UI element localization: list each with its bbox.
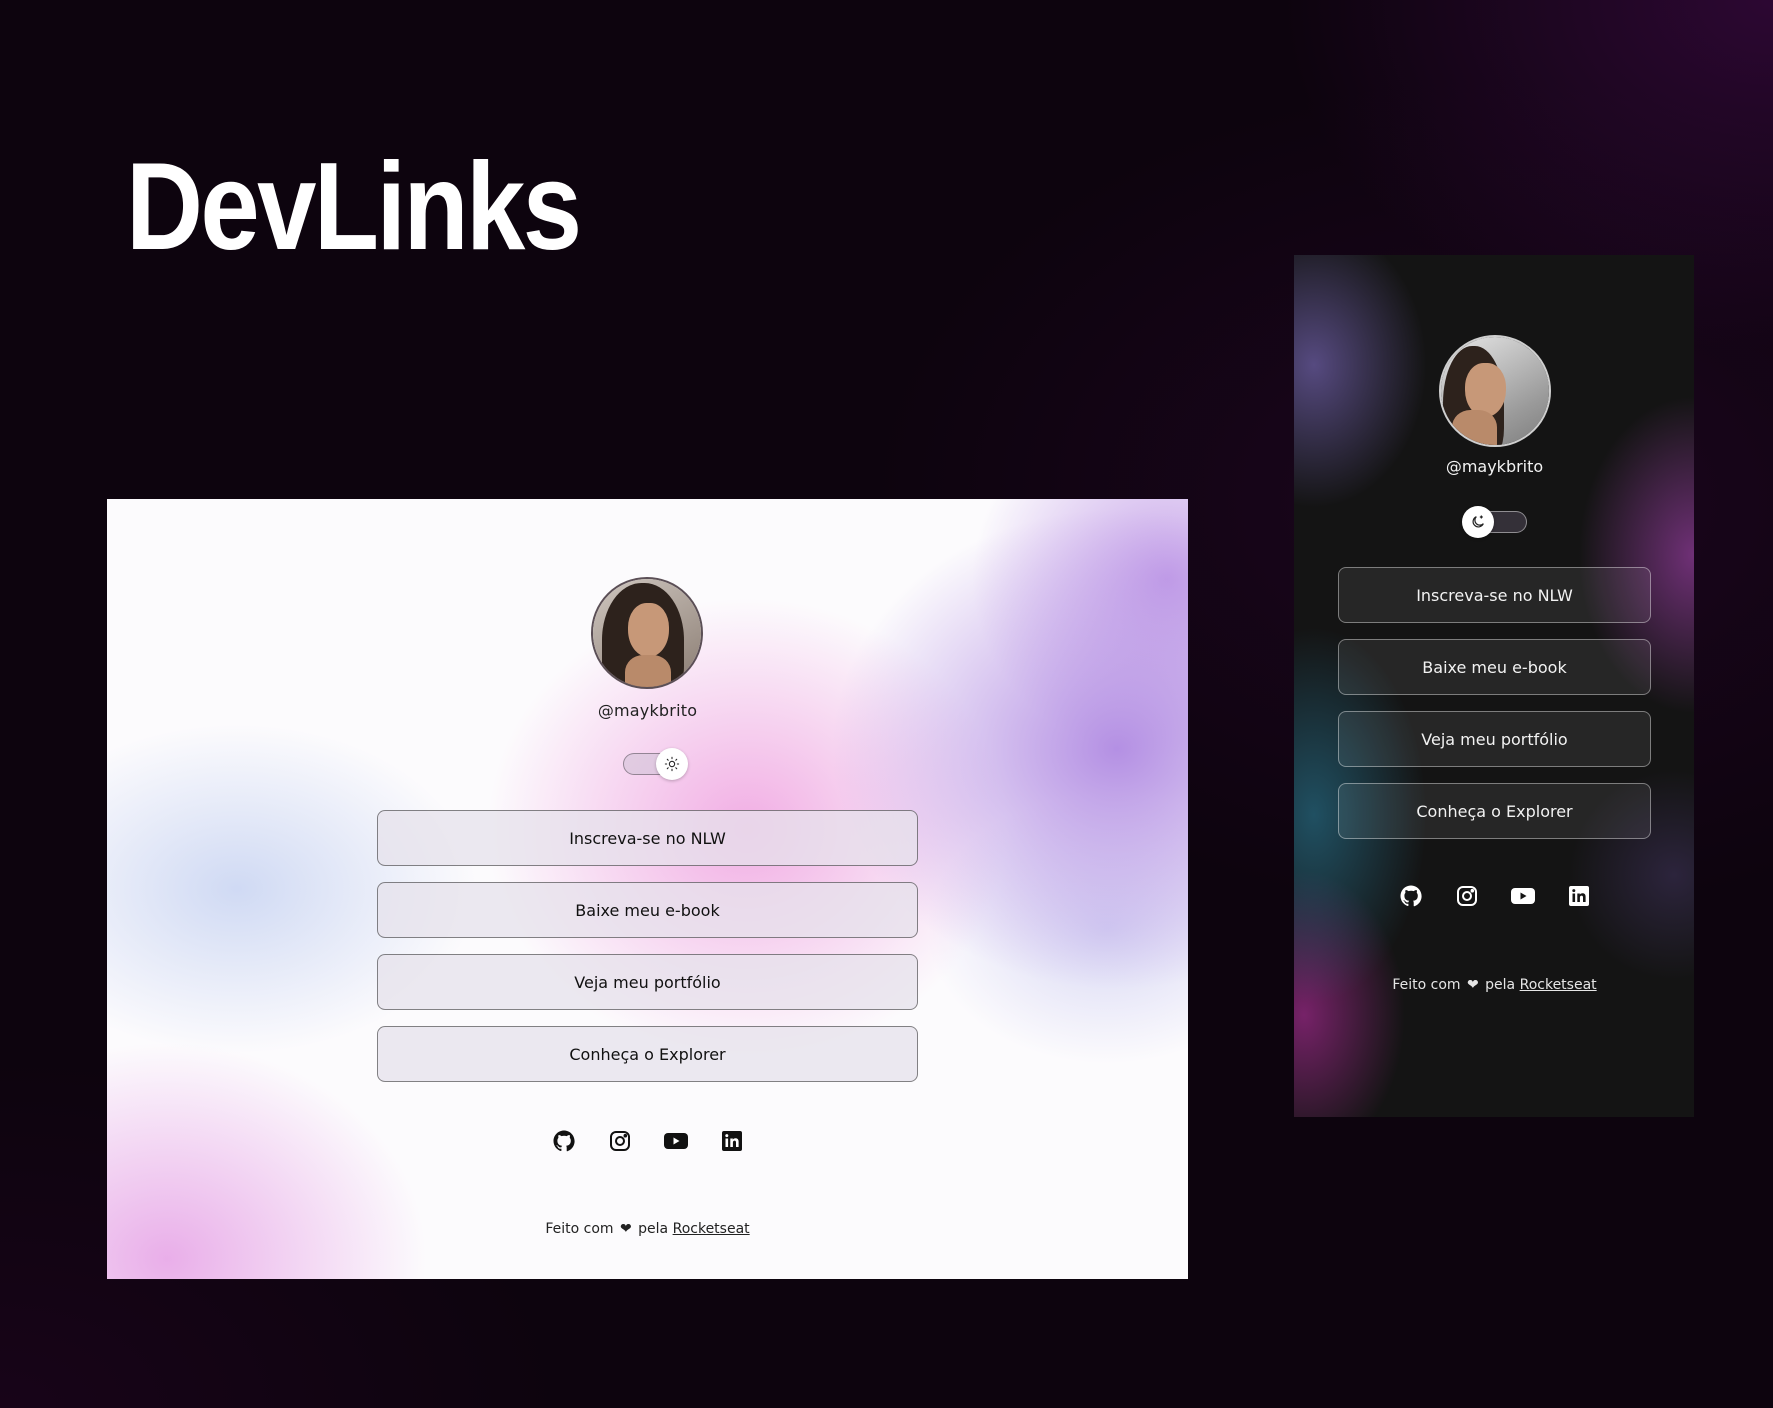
avatar-face bbox=[627, 602, 669, 657]
footer-prefix: Feito com bbox=[545, 1221, 614, 1237]
link-button-nlw[interactable]: Inscreva-se no NLW bbox=[1338, 567, 1651, 623]
link-button-nlw[interactable]: Inscreva-se no NLW bbox=[377, 810, 918, 866]
social-links bbox=[377, 1127, 918, 1155]
profile-handle: @maykbrito bbox=[597, 701, 698, 720]
avatar-neck bbox=[1451, 410, 1498, 445]
light-theme-preview: @maykbrito Inscreva-se no NLW Baixe meu … bbox=[107, 499, 1188, 1279]
rocketseat-link[interactable]: Rocketseat bbox=[673, 1221, 750, 1237]
link-button-explorer[interactable]: Conheça o Explorer bbox=[377, 1026, 918, 1082]
avatar bbox=[591, 577, 703, 689]
theme-switch[interactable] bbox=[623, 748, 688, 780]
youtube-icon[interactable] bbox=[1509, 882, 1537, 910]
instagram-icon[interactable] bbox=[1453, 882, 1481, 910]
links-list: Inscreva-se no NLW Baixe meu e-book Veja… bbox=[1338, 567, 1651, 855]
links-list: Inscreva-se no NLW Baixe meu e-book Veja… bbox=[377, 810, 918, 1098]
link-label: Baixe meu e-book bbox=[1422, 657, 1567, 677]
github-icon[interactable] bbox=[550, 1127, 578, 1155]
footer: Feito com ❤ pela Rocketseat bbox=[377, 1221, 918, 1237]
switch-knob[interactable] bbox=[656, 748, 688, 780]
link-label: Inscreva-se no NLW bbox=[569, 828, 726, 848]
switch-knob[interactable] bbox=[1462, 506, 1494, 538]
avatar-neck bbox=[625, 654, 671, 687]
footer-middle: pela bbox=[638, 1221, 669, 1237]
github-icon[interactable] bbox=[1397, 882, 1425, 910]
youtube-icon[interactable] bbox=[662, 1127, 690, 1155]
link-label: Conheça o Explorer bbox=[1416, 801, 1573, 821]
link-label: Baixe meu e-book bbox=[575, 900, 720, 920]
link-label: Conheça o Explorer bbox=[569, 1044, 726, 1064]
link-button-ebook[interactable]: Baixe meu e-book bbox=[377, 882, 918, 938]
link-button-explorer[interactable]: Conheça o Explorer bbox=[1338, 783, 1651, 839]
sun-icon bbox=[664, 756, 680, 772]
theme-switch[interactable] bbox=[1462, 506, 1527, 538]
profile-handle: @maykbrito bbox=[1445, 457, 1544, 476]
heart-icon: ❤ bbox=[619, 1221, 632, 1237]
instagram-icon[interactable] bbox=[606, 1127, 634, 1155]
rocketseat-link[interactable]: Rocketseat bbox=[1520, 977, 1597, 993]
link-button-portfolio[interactable]: Veja meu portfólio bbox=[377, 954, 918, 1010]
dark-theme-preview: @maykbrito Inscreva-se no NLW Baixe meu … bbox=[1294, 255, 1694, 1117]
heart-icon: ❤ bbox=[1466, 977, 1479, 993]
link-button-ebook[interactable]: Baixe meu e-book bbox=[1338, 639, 1651, 695]
link-label: Veja meu portfólio bbox=[1421, 729, 1568, 749]
app-title: DevLinks bbox=[126, 138, 582, 276]
avatar bbox=[1439, 335, 1551, 447]
footer-prefix: Feito com bbox=[1392, 977, 1461, 993]
avatar-face bbox=[1464, 362, 1506, 417]
moon-icon bbox=[1472, 515, 1484, 528]
footer-middle: pela bbox=[1485, 977, 1516, 993]
social-links bbox=[1338, 882, 1651, 910]
link-label: Veja meu portfólio bbox=[574, 972, 721, 992]
link-label: Inscreva-se no NLW bbox=[1416, 585, 1573, 605]
link-button-portfolio[interactable]: Veja meu portfólio bbox=[1338, 711, 1651, 767]
linkedin-icon[interactable] bbox=[1565, 882, 1593, 910]
footer: Feito com ❤ pela Rocketseat bbox=[1338, 977, 1651, 993]
linkedin-icon[interactable] bbox=[718, 1127, 746, 1155]
